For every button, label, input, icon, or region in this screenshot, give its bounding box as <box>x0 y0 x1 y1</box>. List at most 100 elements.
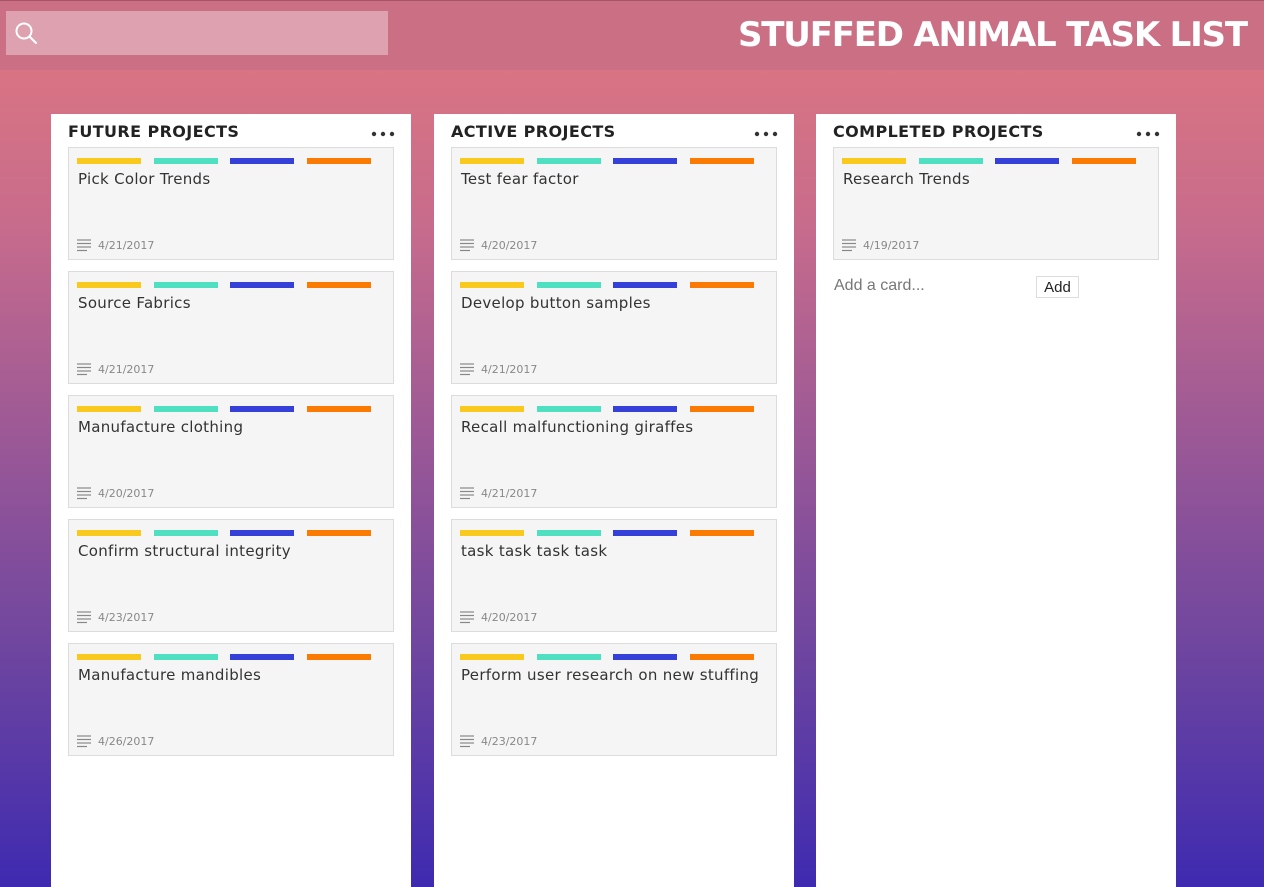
label-orange[interactable] <box>1072 158 1136 164</box>
task-card[interactable]: Develop button samples 4/21/2017 <box>451 271 777 384</box>
column-active-projects: ACTIVE PROJECTS Test fear factor 4/20/20… <box>434 114 794 887</box>
task-card[interactable]: Test fear factor 4/20/2017 <box>451 147 777 260</box>
card-date: 4/23/2017 <box>481 735 538 748</box>
column-title: COMPLETED PROJECTS <box>833 122 1044 141</box>
label-yellow[interactable] <box>460 654 524 660</box>
card-date: 4/21/2017 <box>98 363 155 376</box>
label-orange[interactable] <box>307 654 371 660</box>
label-yellow[interactable] <box>77 530 141 536</box>
task-card[interactable]: Recall malfunctioning giraffes 4/21/2017 <box>451 395 777 508</box>
label-teal[interactable] <box>154 530 218 536</box>
label-orange[interactable] <box>690 530 754 536</box>
label-orange[interactable] <box>690 282 754 288</box>
label-orange[interactable] <box>690 654 754 660</box>
card-date: 4/21/2017 <box>481 487 538 500</box>
column-completed-projects: COMPLETED PROJECTS Research Trends 4/19/… <box>816 114 1176 887</box>
label-yellow[interactable] <box>460 282 524 288</box>
search-icon[interactable] <box>14 21 38 45</box>
card-labels <box>842 158 1142 164</box>
add-card-input[interactable] <box>834 271 1024 301</box>
label-teal[interactable] <box>154 158 218 164</box>
card-labels <box>77 406 377 412</box>
card-title: Test fear factor <box>461 170 579 188</box>
card-title: Pick Color Trends <box>78 170 211 188</box>
card-list: Test fear factor 4/20/2017 Develop butto… <box>451 147 777 767</box>
card-title: Develop button samples <box>461 294 651 312</box>
search-box[interactable] <box>6 11 388 57</box>
card-labels <box>460 158 760 164</box>
card-labels <box>460 406 760 412</box>
label-yellow[interactable] <box>460 158 524 164</box>
card-labels <box>77 530 377 536</box>
description-lines-icon <box>460 487 474 500</box>
card-date: 4/21/2017 <box>98 239 155 252</box>
description-lines-icon <box>77 363 91 376</box>
label-teal[interactable] <box>154 282 218 288</box>
task-card[interactable]: Manufacture clothing 4/20/2017 <box>68 395 394 508</box>
description-lines-icon <box>460 363 474 376</box>
card-list: Research Trends 4/19/2017 Add <box>833 147 1159 301</box>
more-horizontal-icon[interactable] <box>753 126 779 142</box>
card-date: 4/23/2017 <box>98 611 155 624</box>
label-yellow[interactable] <box>842 158 906 164</box>
label-teal[interactable] <box>154 406 218 412</box>
label-blue[interactable] <box>230 530 294 536</box>
more-horizontal-icon[interactable] <box>1135 126 1161 142</box>
card-title: Research Trends <box>843 170 970 188</box>
add-card-button[interactable]: Add <box>1036 276 1079 298</box>
label-blue[interactable] <box>230 406 294 412</box>
label-teal[interactable] <box>919 158 983 164</box>
card-title: Source Fabrics <box>78 294 191 312</box>
description-lines-icon <box>77 487 91 500</box>
label-teal[interactable] <box>537 282 601 288</box>
description-lines-icon <box>77 735 91 748</box>
label-blue[interactable] <box>230 158 294 164</box>
label-orange[interactable] <box>307 530 371 536</box>
label-orange[interactable] <box>307 406 371 412</box>
label-blue[interactable] <box>613 282 677 288</box>
label-yellow[interactable] <box>77 158 141 164</box>
label-yellow[interactable] <box>77 282 141 288</box>
label-orange[interactable] <box>690 406 754 412</box>
card-labels <box>460 654 760 660</box>
label-teal[interactable] <box>154 654 218 660</box>
task-card[interactable]: Manufacture mandibles 4/26/2017 <box>68 643 394 756</box>
label-teal[interactable] <box>537 158 601 164</box>
label-teal[interactable] <box>537 530 601 536</box>
label-orange[interactable] <box>307 282 371 288</box>
task-card[interactable]: Confirm structural integrity 4/23/2017 <box>68 519 394 632</box>
top-bar: STUFFED ANIMAL TASK LIST <box>0 0 1264 70</box>
column-future-projects: FUTURE PROJECTS Pick Color Trends 4/21/2… <box>51 114 411 887</box>
label-blue[interactable] <box>995 158 1059 164</box>
label-blue[interactable] <box>230 282 294 288</box>
card-date: 4/19/2017 <box>863 239 920 252</box>
label-yellow[interactable] <box>77 406 141 412</box>
label-orange[interactable] <box>690 158 754 164</box>
card-title: Manufacture mandibles <box>78 666 262 684</box>
label-blue[interactable] <box>613 406 677 412</box>
card-title: task task task task <box>461 542 608 560</box>
label-orange[interactable] <box>307 158 371 164</box>
task-card[interactable]: Pick Color Trends 4/21/2017 <box>68 147 394 260</box>
label-blue[interactable] <box>613 158 677 164</box>
label-blue[interactable] <box>613 654 677 660</box>
label-blue[interactable] <box>230 654 294 660</box>
column-title: FUTURE PROJECTS <box>68 122 240 141</box>
label-blue[interactable] <box>613 530 677 536</box>
label-yellow[interactable] <box>460 406 524 412</box>
card-labels <box>460 530 760 536</box>
description-lines-icon <box>77 611 91 624</box>
task-card[interactable]: Research Trends 4/19/2017 <box>833 147 1159 260</box>
label-teal[interactable] <box>537 406 601 412</box>
task-card[interactable]: Perform user research on new stuffing 4/… <box>451 643 777 756</box>
label-teal[interactable] <box>537 654 601 660</box>
label-yellow[interactable] <box>460 530 524 536</box>
more-horizontal-icon[interactable] <box>370 126 396 142</box>
search-input[interactable] <box>50 11 384 57</box>
card-title: Perform user research on new stuffing <box>461 666 760 684</box>
task-card[interactable]: Source Fabrics 4/21/2017 <box>68 271 394 384</box>
card-date: 4/20/2017 <box>481 611 538 624</box>
description-lines-icon <box>842 239 856 252</box>
label-yellow[interactable] <box>77 654 141 660</box>
task-card[interactable]: task task task task 4/20/2017 <box>451 519 777 632</box>
